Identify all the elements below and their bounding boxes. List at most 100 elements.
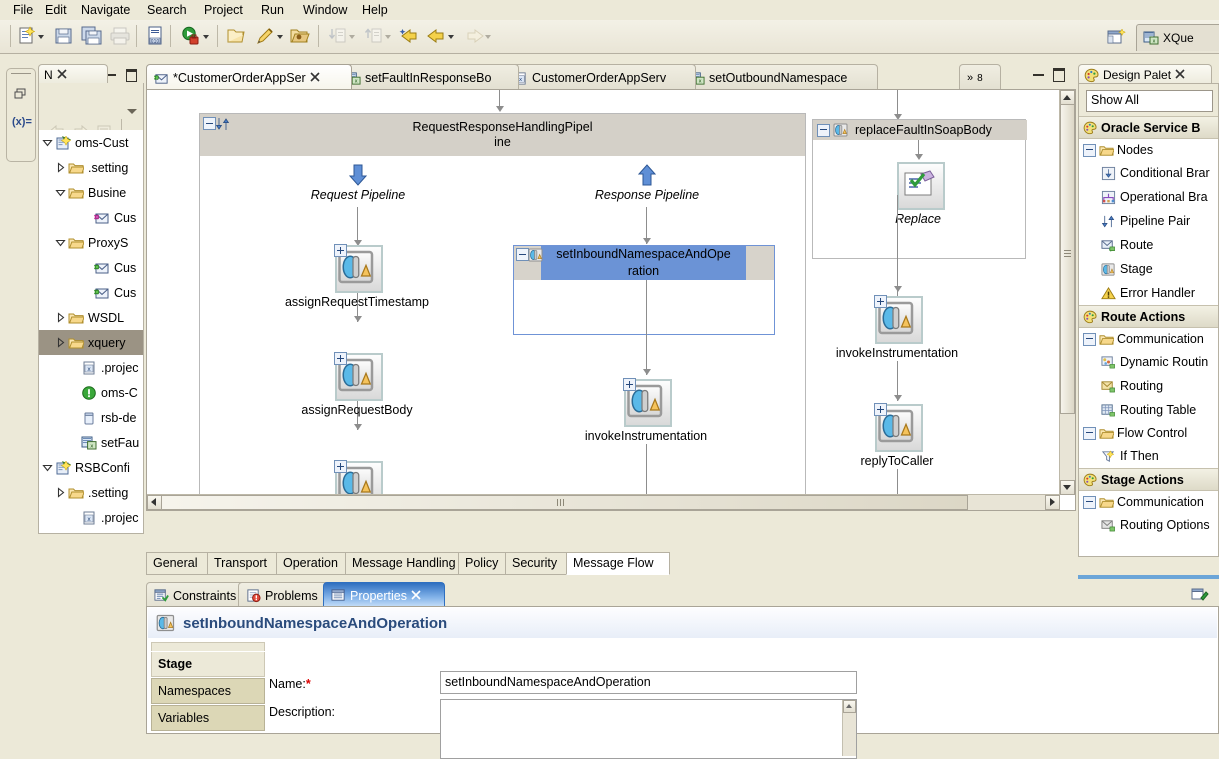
palette-item[interactable]: Routing Table [1079,398,1218,422]
expand-plus-icon[interactable] [874,295,887,308]
properties-section-namespaces[interactable]: Namespaces [151,678,265,704]
tree-item[interactable]: x .projec [39,505,143,530]
twisty-open-icon[interactable] [42,462,53,473]
scrollbar-thumb[interactable] [1060,104,1075,414]
run-dropdown-icon[interactable] [203,34,210,41]
message-flow-canvas[interactable]: RequestResponseHandlingPipel ine Request… [146,89,1076,511]
save-icon[interactable] [52,24,76,48]
open-resource-icon[interactable] [225,24,249,48]
editor-tab-2[interactable]: x CustomerOrderAppServ [505,64,696,91]
twisty-open-icon[interactable] [55,237,66,248]
menu-window[interactable]: Window [298,2,352,18]
palette-item[interactable]: Pipeline Pair [1079,209,1218,233]
tree-item[interactable]: .setting [39,480,143,505]
rail-grip[interactable] [11,73,31,77]
palette-folder[interactable]: Nodes [1079,139,1218,161]
palette-item[interactable]: Stage [1079,257,1218,281]
open-package-icon[interactable] [288,24,312,48]
tree-item[interactable]: RSBConfi [39,455,143,480]
palette-item[interactable]: Routing Options [1079,513,1218,537]
menu-edit[interactable]: Edit [40,2,72,18]
description-vertical-scrollbar[interactable] [842,700,856,756]
menu-project[interactable]: Project [199,2,248,18]
palette-item[interactable]: Error Handler [1079,281,1218,305]
tree-item[interactable]: WSDL [39,305,143,330]
editor-tab-1[interactable]: x setFaultInResponseBo [338,64,519,91]
name-input[interactable]: setInboundNamespaceAndOperation [440,671,857,694]
palette-group-header[interactable]: Stage Actions [1079,468,1218,491]
error-handler-group[interactable]: replaceFaultInSoapBody Replace [812,119,1027,259]
palette-group-header[interactable]: Route Actions [1079,305,1218,328]
collapse-minus-icon[interactable] [1083,426,1096,440]
new-xquery-icon[interactable]: 010 [143,24,167,48]
minimize-icon[interactable] [1033,71,1044,76]
palette-item[interactable]: Operational Bra [1079,185,1218,209]
menu-navigate[interactable]: Navigate [76,2,135,18]
maximize-icon[interactable] [1053,68,1065,82]
palette-item[interactable]: Routing [1079,374,1218,398]
menu-run[interactable]: Run [256,2,289,18]
tree-item[interactable]: oms-C [39,380,143,405]
description-textarea[interactable] [440,699,857,759]
pipeline-pair-group[interactable]: RequestResponseHandlingPipel ine Request… [199,113,806,509]
editor-tab-overflow[interactable]: » 8 [959,64,1001,91]
variables-icon[interactable]: (x)= [12,113,32,131]
save-all-icon[interactable] [80,24,104,48]
properties-section-variables[interactable]: Variables [151,705,265,731]
palette-item[interactable]: If Then [1079,444,1218,468]
properties-tab-properties[interactable]: Properties [323,582,445,608]
close-icon[interactable] [411,589,421,603]
tree-item[interactable]: ProxyS [39,230,143,255]
palette-folder[interactable]: Communication [1079,491,1218,513]
scroll-left-arrow-icon[interactable] [147,495,162,510]
canvas-vertical-scrollbar[interactable] [1059,90,1075,495]
last-edit-location-icon[interactable] [397,24,421,48]
palette-item[interactable]: Route [1079,233,1218,257]
new-wizard-dropdown-icon[interactable] [38,34,45,41]
close-icon[interactable] [1175,68,1185,82]
close-icon[interactable] [57,68,67,82]
palette-filter-input[interactable]: Show All [1086,90,1213,112]
canvas-horizontal-scrollbar[interactable] [147,494,1060,510]
palette-folder[interactable]: Flow Control [1079,422,1218,444]
new-wizard-icon[interactable] [16,24,40,48]
tree-item[interactable]: Busine [39,180,143,205]
editor-tab-0[interactable]: *CustomerOrderAppSer [146,64,352,91]
selected-stage-group[interactable]: setInboundNamespaceAndOpe ration [513,245,775,335]
menu-file[interactable]: File [8,2,38,18]
twisty-closed-icon[interactable] [55,337,66,348]
expand-plus-icon[interactable] [623,378,636,391]
config-tab-message-handling[interactable]: Message Handling [345,552,473,575]
pin-view-icon[interactable] [1191,587,1209,603]
collapse-minus-icon[interactable] [817,123,830,137]
restore-view-icon[interactable] [12,87,30,105]
maximize-icon[interactable] [124,68,137,82]
twisty-closed-icon[interactable] [55,487,66,498]
tree-item[interactable]: Cus [39,205,143,230]
expand-plus-icon[interactable] [874,403,887,416]
twisty-closed-icon[interactable] [55,162,66,173]
properties-section-stage[interactable]: Stage [151,652,265,677]
scroll-up-arrow-icon[interactable] [1060,90,1075,105]
pencil-dropdown-icon[interactable] [277,34,284,41]
design-palette-tab[interactable]: Design Palet [1078,64,1212,85]
replace-action-node[interactable] [897,162,945,210]
collapse-minus-icon[interactable] [1083,143,1096,157]
open-perspective-icon[interactable] [1106,28,1128,48]
palette-group-header[interactable]: Oracle Service B [1079,116,1218,139]
scroll-down-arrow-icon[interactable] [1060,480,1075,495]
tree-item[interactable]: .setting [39,155,143,180]
expand-plus-icon[interactable] [334,460,347,473]
tree-item[interactable]: rsb-de [39,405,143,430]
back-navigation-icon[interactable] [425,24,449,48]
perspective-tab-xquery[interactable]: x XQue [1136,24,1219,51]
close-icon[interactable] [310,71,320,85]
minimize-icon[interactable] [106,68,119,80]
expand-plus-icon[interactable] [334,244,347,257]
config-tab-message-flow[interactable]: Message Flow [566,552,670,575]
collapse-minus-icon[interactable] [1083,332,1096,346]
scroll-right-arrow-icon[interactable] [1045,495,1060,510]
tree-item[interactable]: oms-Cust [39,130,143,155]
scrollbar-thumb[interactable] [161,495,968,510]
tree-item[interactable]: Cus [39,280,143,305]
